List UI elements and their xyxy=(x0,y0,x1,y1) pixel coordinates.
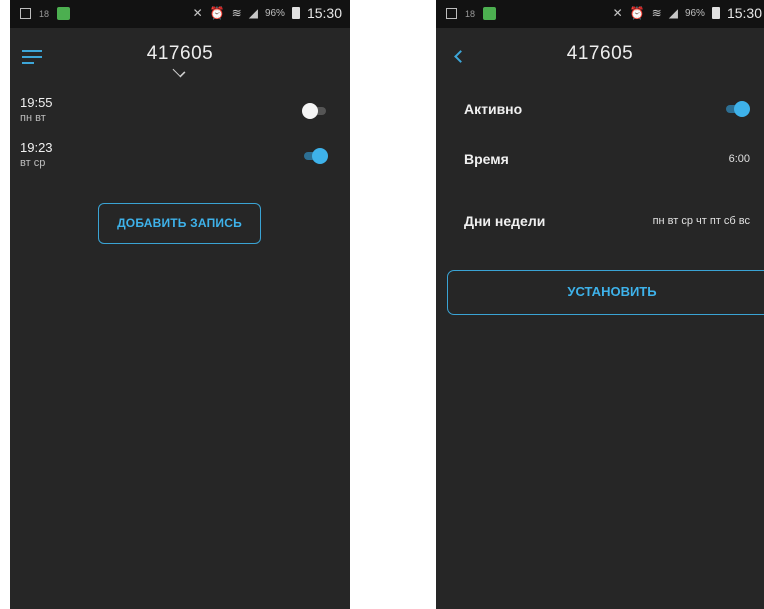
wifi-icon: ≋ xyxy=(231,6,242,20)
time-label: Время xyxy=(464,151,509,167)
alarm-edit-screen: 18 ✕ ⏰ ≋ ◢ 96% 15:30 417605 Активно Врем… xyxy=(436,0,764,609)
time-value[interactable]: 6:00 xyxy=(729,153,750,165)
active-toggle[interactable] xyxy=(724,101,750,117)
wifi-icon: ≋ xyxy=(651,6,662,20)
status-bar: 18 ✕ ⏰ ≋ ◢ 96% 15:30 xyxy=(436,0,764,28)
status-time: 15:30 xyxy=(306,5,342,21)
gallery-notification-icon xyxy=(20,8,31,19)
active-label: Активно xyxy=(464,101,523,117)
status-time: 15:30 xyxy=(726,5,762,21)
alarm-clock-icon: ⏰ xyxy=(629,6,645,20)
time-setting-row[interactable]: Время 6:00 xyxy=(464,151,750,175)
days-setting-row[interactable]: Дни недели пн вт ср чт пт сб вс xyxy=(464,213,750,237)
alarm-days: вт ср xyxy=(20,157,46,169)
status-bar: 18 ✕ ⏰ ≋ ◢ 96% 15:30 xyxy=(10,0,350,28)
alarm-time: 19:23 xyxy=(20,140,53,155)
battery-icon xyxy=(291,7,300,19)
alarm-list-screen: 18 ✕ ⏰ ≋ ◢ 96% 15:30 417605 19:55 пн вт … xyxy=(10,0,350,609)
app-bar: 417605 xyxy=(10,28,350,86)
days-label: Дни недели xyxy=(464,213,546,229)
battery-icon xyxy=(711,7,720,19)
signal-icon: ◢ xyxy=(668,6,678,20)
battery-percent: 96% xyxy=(264,7,285,19)
gallery-notification-icon xyxy=(446,8,457,19)
notification-count: 18 xyxy=(39,8,50,19)
alarm-days: пн вт xyxy=(20,112,46,124)
alarm-toggle[interactable] xyxy=(302,103,328,119)
signal-icon: ◢ xyxy=(248,6,258,20)
battery-percent: 96% xyxy=(684,7,705,19)
alarm-time: 19:55 xyxy=(20,95,53,110)
set-button[interactable]: УСТАНОВИТЬ xyxy=(447,270,764,315)
device-title[interactable]: 417605 xyxy=(10,43,350,65)
mute-icon: ✕ xyxy=(612,6,623,20)
alarm-clock-icon: ⏰ xyxy=(209,6,225,20)
days-value[interactable]: пн вт ср чт пт сб вс xyxy=(653,215,750,227)
active-setting-row[interactable]: Активно xyxy=(464,101,750,125)
device-title: 417605 xyxy=(566,43,634,64)
app-notification-icon xyxy=(483,7,497,20)
alarm-toggle[interactable] xyxy=(302,148,328,164)
alarm-item[interactable]: 19:23 вт ср xyxy=(20,140,336,180)
app-notification-icon xyxy=(57,7,71,20)
mute-icon: ✕ xyxy=(192,6,203,20)
notification-count: 18 xyxy=(465,8,476,19)
app-bar: 417605 xyxy=(436,28,764,86)
chevron-down-icon[interactable] xyxy=(172,64,186,78)
add-record-button[interactable]: ДОБАВИТЬ ЗАПИСЬ xyxy=(98,203,261,244)
alarm-item[interactable]: 19:55 пн вт xyxy=(20,95,336,135)
